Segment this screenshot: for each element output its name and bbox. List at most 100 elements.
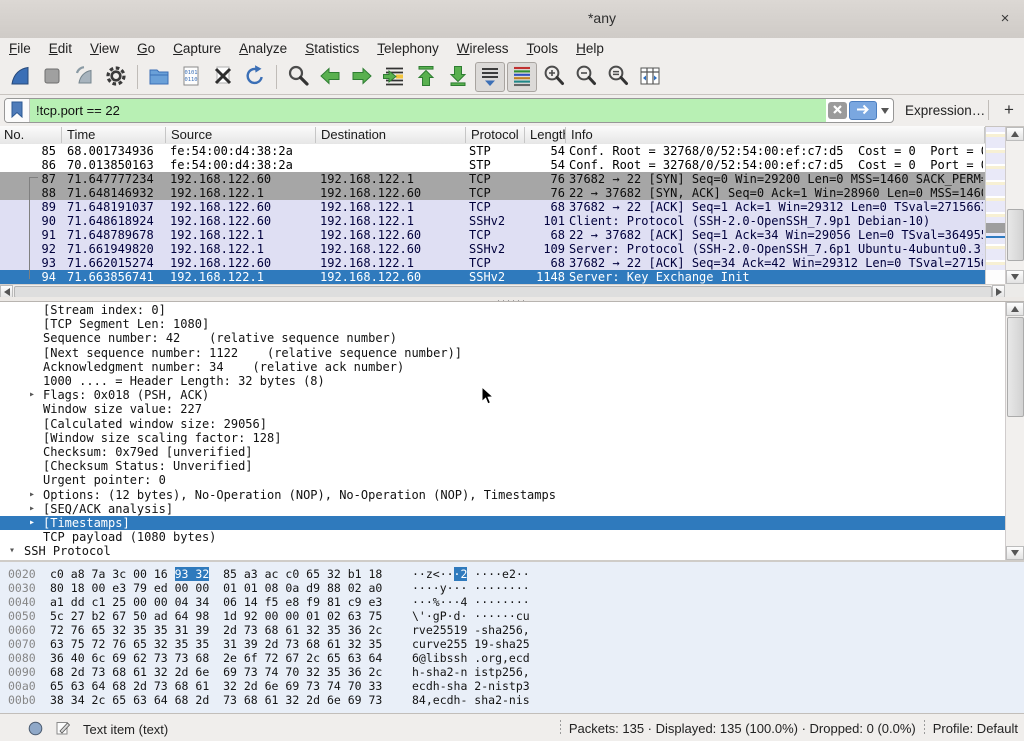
packet-list-scroll-thumb[interactable] (1007, 209, 1024, 261)
capture-options-button[interactable] (101, 62, 131, 92)
detail-node[interactable]: ▸[SEQ/ACK analysis] (0, 502, 1005, 516)
profile-indicator[interactable]: Profile: Default (933, 721, 1018, 736)
find-packet-button[interactable] (283, 62, 313, 92)
hex-row-0080[interactable]: 008036 40 6c 69 62 73 73 68 2e 6f 72 67 … (0, 651, 1024, 665)
packet-row-90[interactable]: 9071.648618924192.168.122.60192.168.122.… (0, 214, 985, 228)
column-header-info[interactable]: Info (567, 127, 985, 143)
hex-row-00b0[interactable]: 00b038 34 2c 65 63 64 68 2d 73 68 61 32 … (0, 693, 1024, 707)
column-header-dest[interactable]: Destination (317, 127, 466, 143)
capture-comment-icon[interactable] (55, 720, 71, 739)
resize-columns-button[interactable] (635, 62, 665, 92)
menu-view[interactable]: View (81, 38, 128, 56)
packet-row-89[interactable]: 8971.648191037192.168.122.60192.168.122.… (0, 200, 985, 214)
packet-row-93[interactable]: 9371.662015274192.168.122.60192.168.122.… (0, 256, 985, 270)
menu-go[interactable]: Go (128, 38, 164, 56)
scroll-up-button[interactable] (1006, 127, 1024, 141)
hex-row-0090[interactable]: 009068 2d 73 68 61 32 2d 6e 69 73 74 70 … (0, 665, 1024, 679)
capture-restart-button[interactable] (69, 62, 99, 92)
packet-row-86[interactable]: 8670.013850163fe:54:00:d4:38:2aSTP54Conf… (0, 158, 985, 172)
zoom-in-button[interactable] (539, 62, 569, 92)
go-forward-button[interactable] (347, 62, 377, 92)
auto-scroll-button[interactable] (475, 62, 505, 92)
packet-row-85[interactable]: 8568.001734936fe:54:00:d4:38:2aSTP54Conf… (0, 144, 985, 158)
detail-node[interactable]: ▸Flags: 0x018 (PSH, ACK) (0, 388, 1005, 402)
menu-analyze[interactable]: Analyze (230, 38, 296, 56)
detail-field[interactable]: [Checksum Status: Unverified] (0, 459, 1005, 473)
expression-button[interactable]: Expression… (905, 103, 985, 118)
packet-row-87[interactable]: 8771.647777234192.168.122.60192.168.122.… (0, 172, 985, 186)
collapsed-arrow-icon[interactable]: ▸ (26, 388, 38, 402)
capture-start-button[interactable] (5, 62, 35, 92)
menu-wireless[interactable]: Wireless (448, 38, 518, 56)
go-back-button[interactable] (315, 62, 345, 92)
column-header-source[interactable]: Source (167, 127, 316, 143)
detail-field[interactable]: [Next sequence number: 1122 (relative se… (0, 346, 1005, 360)
detail-node[interactable]: ▸Options: (12 bytes), No-Operation (NOP)… (0, 488, 1005, 502)
go-to-packet-button[interactable] (379, 62, 409, 92)
detail-field[interactable]: [Calculated window size: 29056] (0, 417, 1005, 431)
display-filter-input[interactable]: !tcp.port == 22 (30, 99, 826, 122)
detail-field[interactable]: Urgent pointer: 0 (0, 473, 1005, 487)
detail-scroll-thumb[interactable] (1007, 317, 1024, 417)
hex-row-0030[interactable]: 003080 18 00 e3 79 ed 00 00 01 01 08 0a … (0, 581, 1024, 595)
packet-row-94[interactable]: 9471.663856741192.168.122.1192.168.122.6… (0, 270, 985, 284)
menu-capture[interactable]: Capture (164, 38, 230, 56)
detail-node[interactable]: ▸[Timestamps] (0, 516, 1005, 530)
detail-field[interactable]: [Window size scaling factor: 128] (0, 431, 1005, 445)
zoom-out-button[interactable] (571, 62, 601, 92)
add-filter-button[interactable]: + (998, 99, 1020, 121)
detail-node[interactable]: ▾SSH Protocol (0, 544, 1005, 558)
expanded-arrow-icon[interactable]: ▾ (6, 544, 18, 558)
packet-row-91[interactable]: 9171.648789678192.168.122.1192.168.122.6… (0, 228, 985, 242)
collapsed-arrow-icon[interactable]: ▸ (26, 488, 38, 502)
hex-row-0060[interactable]: 006072 76 65 32 35 35 31 39 2d 73 68 61 … (0, 623, 1024, 637)
filter-clear-button[interactable] (828, 102, 847, 119)
column-header-protocol[interactable]: Protocol (467, 127, 525, 143)
go-bottom-button[interactable] (443, 62, 473, 92)
detail-scroll-up-button[interactable] (1006, 302, 1024, 316)
column-header-no[interactable]: No. (0, 127, 62, 143)
collapsed-arrow-icon[interactable]: ▸ (26, 502, 38, 516)
capture-stop-button[interactable] (37, 62, 67, 92)
hex-row-0040[interactable]: 0040a1 dd c1 25 00 00 04 34 06 14 f5 e8 … (0, 595, 1024, 609)
detail-field[interactable]: Sequence number: 42 (relative sequence n… (0, 331, 1005, 345)
detail-field[interactable]: [TCP Segment Len: 1080] (0, 317, 1005, 331)
go-top-button[interactable] (411, 62, 441, 92)
menu-telephony[interactable]: Telephony (368, 38, 448, 56)
menu-file[interactable]: File (0, 38, 40, 56)
menu-tools[interactable]: Tools (518, 38, 568, 56)
filter-apply-button[interactable] (849, 101, 877, 120)
packet-row-88[interactable]: 8871.648146932192.168.122.1192.168.122.6… (0, 186, 985, 200)
detail-field[interactable]: 1000 .... = Header Length: 32 bytes (8) (0, 374, 1005, 388)
filter-bookmark-button[interactable] (5, 99, 30, 122)
detail-field[interactable]: [Stream index: 0] (0, 303, 1005, 317)
filter-history-dropdown[interactable] (877, 108, 893, 114)
hex-row-0070[interactable]: 007063 75 72 76 65 32 35 35 31 39 2d 73 … (0, 637, 1024, 651)
hex-row-00a0[interactable]: 00a065 63 64 68 2d 73 68 61 32 2d 6e 69 … (0, 679, 1024, 693)
packet-row-92[interactable]: 9271.661949820192.168.122.1192.168.122.6… (0, 242, 985, 256)
zoom-original-button[interactable] (603, 62, 633, 92)
reload-button[interactable] (240, 62, 270, 92)
detail-field[interactable]: TCP payload (1080 bytes) (0, 530, 1005, 544)
menu-edit[interactable]: Edit (40, 38, 81, 56)
collapsed-arrow-icon[interactable]: ▸ (26, 516, 38, 530)
menu-statistics[interactable]: Statistics (296, 38, 368, 56)
menu-help[interactable]: Help (567, 38, 613, 56)
detail-vscrollbar[interactable] (1005, 302, 1024, 560)
file-close-button[interactable] (208, 62, 238, 92)
detail-scroll-down-button[interactable] (1006, 546, 1024, 560)
file-open-button[interactable] (144, 62, 174, 92)
intelligent-scrollbar-minimap[interactable] (985, 127, 1006, 284)
detail-field[interactable]: Acknowledgment number: 34 (relative ack … (0, 360, 1005, 374)
file-save-button[interactable]: 01010110 (176, 62, 206, 92)
packet-list-vscrollbar[interactable] (1005, 127, 1024, 284)
colorize-button[interactable] (507, 62, 537, 92)
close-window-button[interactable]: × (994, 8, 1016, 30)
expert-info-icon[interactable] (28, 721, 43, 739)
detail-field[interactable]: Window size value: 227 (0, 402, 1005, 416)
column-header-length[interactable]: Length (526, 127, 566, 143)
column-header-time[interactable]: Time (63, 127, 166, 143)
scroll-down-button[interactable] (1006, 270, 1024, 284)
hex-row-0020[interactable]: 0020c0 a8 7a 3c 00 16 93 32 85 a3 ac c0 … (0, 567, 1024, 581)
detail-field[interactable]: Checksum: 0x79ed [unverified] (0, 445, 1005, 459)
